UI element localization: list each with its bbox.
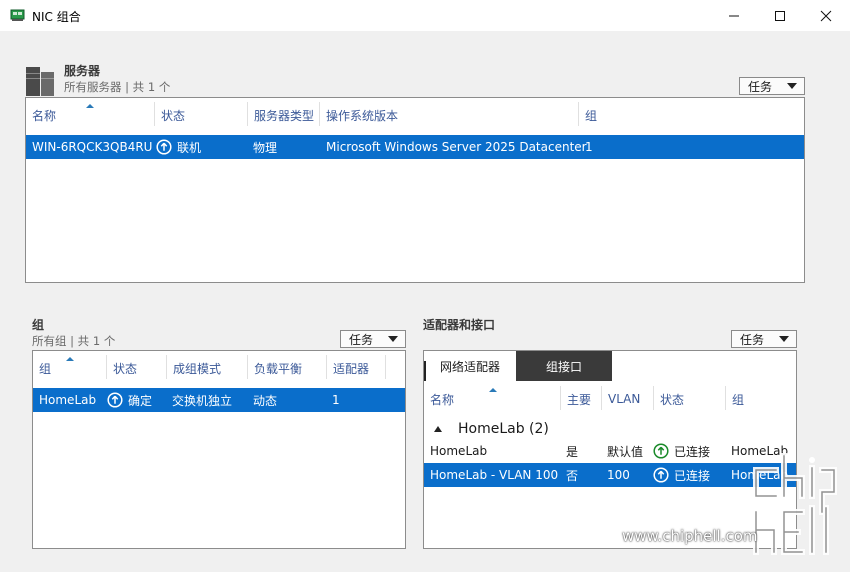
table-row[interactable]: HomeLab - VLAN 100 否 100 已连接 HomeLab: [424, 463, 796, 487]
servers-title: 服务器: [64, 64, 101, 78]
tab-network-adapters[interactable]: 网络适配器: [424, 351, 516, 381]
dropdown-caret-icon: [787, 83, 797, 89]
teams-table-header: 组 状态 成组模式 负载平衡 适配器: [33, 351, 405, 385]
sort-ascending-icon: [66, 357, 74, 361]
server-type: 物理: [253, 140, 278, 155]
team-name: HomeLab: [39, 393, 97, 407]
servers-subtitle: 所有服务器 | 共 1 个: [64, 80, 171, 94]
close-button[interactable]: [803, 0, 849, 31]
adapters-table-header: 名称 主要 VLAN 状态 组: [424, 382, 796, 416]
team-load-balancing: 动态: [253, 393, 278, 408]
servers-tasks-label: 任务: [748, 79, 773, 94]
interface-primary: 否: [566, 468, 579, 483]
col-header-primary[interactable]: 主要: [561, 382, 601, 416]
teams-table: 组 状态 成组模式 负载平衡 适配器 HomeLab 确定 交换机独立 动态 1: [32, 350, 406, 549]
sort-ascending-icon: [489, 388, 497, 392]
interface-primary: 是: [566, 444, 579, 459]
team-mode: 交换机独立: [172, 393, 233, 408]
up-arrow-circle-icon: [653, 467, 669, 483]
interface-vlan: 100: [607, 468, 630, 482]
team-adapters: 1: [332, 393, 340, 407]
server-stack-icon: [26, 67, 54, 96]
dropdown-caret-icon: [388, 336, 398, 342]
adapters-tasks-label: 任务: [740, 332, 765, 347]
minimize-icon: [729, 15, 739, 16]
interface-vlan: 默认值: [607, 444, 644, 459]
collapse-triangle-icon: [434, 426, 442, 432]
sort-ascending-icon: [86, 104, 94, 108]
adapters-panel: 网络适配器 组接口 名称 主要 VLAN 状态 组 HomeLab (2) Ho…: [423, 350, 797, 549]
dropdown-caret-icon: [779, 336, 789, 342]
up-arrow-circle-icon: [107, 392, 123, 408]
adapters-title: 适配器和接口: [423, 318, 496, 332]
servers-table-header: 名称 状态 服务器类型 操作系统版本 组: [26, 98, 804, 132]
nic-team-icon: [10, 9, 25, 21]
col-header-os-version[interactable]: 操作系统版本: [320, 98, 578, 132]
teams-tasks-button[interactable]: 任务: [340, 330, 406, 348]
title-bar: NIC 组合: [0, 0, 850, 31]
col-header-vlan[interactable]: VLAN: [602, 382, 653, 416]
group-header-label: HomeLab (2): [458, 421, 549, 437]
server-name: WIN-6RQCK3QB4RU: [32, 140, 153, 154]
up-arrow-circle-icon: [653, 443, 669, 459]
maximize-icon: [775, 10, 785, 21]
col-header-server-type[interactable]: 服务器类型: [248, 98, 319, 132]
tab-team-interfaces[interactable]: 组接口: [516, 351, 612, 381]
servers-table: 名称 状态 服务器类型 操作系统版本 组 WIN-6RQCK3QB4RU 联机 …: [25, 97, 805, 283]
col-header-team[interactable]: 组: [726, 382, 796, 416]
col-header-groups[interactable]: 组: [579, 98, 659, 132]
adapters-tasks-button[interactable]: 任务: [731, 330, 797, 348]
minimize-button[interactable]: [711, 0, 757, 31]
col-header-teaming-mode[interactable]: 成组模式: [167, 351, 247, 385]
team-status: 确定: [107, 388, 152, 412]
interface-name: HomeLab: [430, 444, 488, 458]
group-header[interactable]: HomeLab (2): [424, 418, 796, 440]
watermark-url: www.chiphell.com: [622, 527, 758, 545]
interface-status: 已连接: [653, 439, 710, 463]
adapters-tabs: 网络适配器 组接口: [424, 351, 796, 381]
col-header-status[interactable]: 状态: [654, 382, 725, 416]
server-groups: 1: [585, 140, 593, 154]
teams-title: 组: [32, 318, 45, 332]
server-os: Microsoft Windows Server 2025 Datacenter: [326, 140, 587, 154]
up-arrow-circle-icon: [156, 139, 172, 155]
table-row[interactable]: WIN-6RQCK3QB4RU 联机 物理 Microsoft Windows …: [26, 135, 804, 159]
servers-tasks-button[interactable]: 任务: [739, 77, 805, 95]
col-header-status[interactable]: 状态: [107, 351, 166, 385]
chiphell-logo-watermark: [753, 453, 837, 555]
teams-subtitle: 所有组 | 共 1 个: [32, 334, 116, 348]
col-header-load-balancing[interactable]: 负载平衡: [248, 351, 326, 385]
interface-status: 已连接: [653, 463, 710, 487]
table-row[interactable]: HomeLab 确定 交换机独立 动态 1: [33, 388, 405, 412]
close-icon: [820, 10, 832, 21]
interface-name: HomeLab - VLAN 100: [430, 468, 559, 482]
server-status: 联机: [156, 135, 201, 159]
maximize-button[interactable]: [757, 0, 803, 31]
window-title: NIC 组合: [32, 10, 81, 24]
table-row[interactable]: HomeLab 是 默认值 已连接 HomeLab: [424, 439, 796, 463]
col-header-adapters[interactable]: 适配器: [327, 351, 385, 385]
teams-tasks-label: 任务: [349, 332, 374, 347]
col-header-status[interactable]: 状态: [155, 98, 247, 132]
